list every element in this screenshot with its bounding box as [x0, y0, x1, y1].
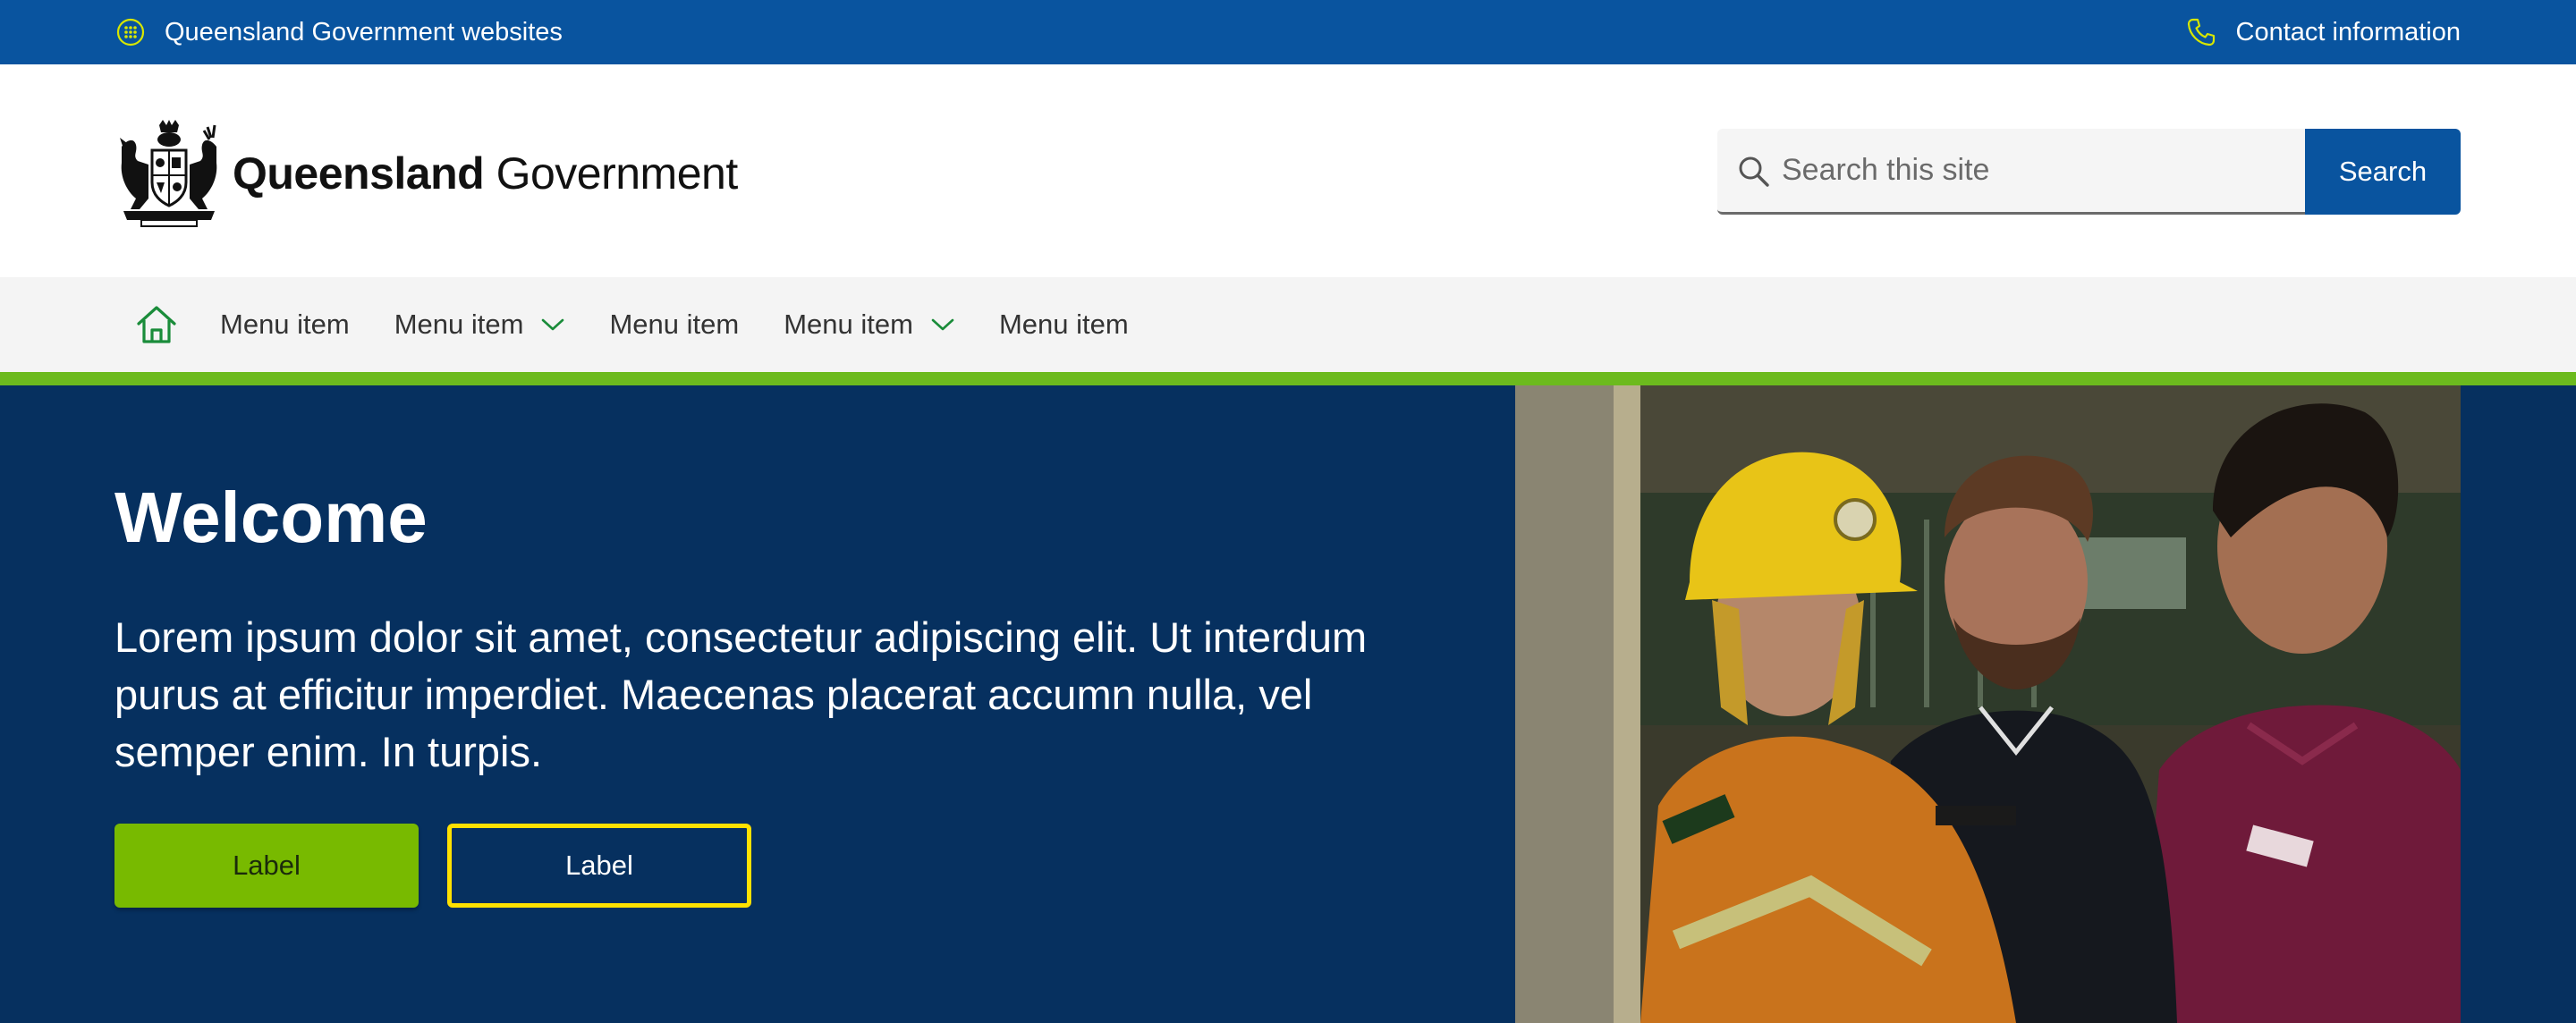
chevron-down-icon	[542, 318, 564, 331]
coat-of-arms-icon	[120, 120, 217, 227]
nav-item-label: Menu item	[609, 309, 740, 340]
nav-item-label: Menu item	[220, 309, 350, 340]
nav-item-label: Menu item	[998, 309, 1129, 340]
search-input[interactable]	[1782, 129, 2292, 212]
logo-wordmark-regular: Government	[496, 148, 739, 199]
contact-information-label: Contact information	[2235, 17, 2461, 46]
hero-title: Welcome	[114, 478, 428, 557]
nav-item-label: Menu item	[394, 309, 524, 340]
nav-item-5[interactable]: Menu item	[999, 309, 1129, 341]
logo-wordmark-bold: Queensland	[233, 148, 485, 199]
contact-information-link[interactable]: Contact information	[2186, 0, 2461, 64]
search-button[interactable]: Search	[2305, 129, 2461, 215]
nav-item-1[interactable]: Menu item	[220, 309, 350, 341]
main-navigation: Menu item Menu item Menu item Menu item …	[0, 277, 2576, 372]
nav-item-label: Menu item	[784, 309, 913, 340]
qld-websites-link[interactable]: Queensland Government websites	[116, 0, 563, 64]
search-icon	[1739, 156, 1769, 187]
hero-primary-button[interactable]: Label	[114, 824, 419, 908]
site-search: Search	[1717, 129, 2461, 215]
qld-websites-label: Queensland Government websites	[165, 17, 563, 46]
nav-item-3[interactable]: Menu item	[609, 309, 739, 341]
phone-icon	[2187, 18, 2215, 46]
utility-bar: Queensland Government websites Contact i…	[0, 0, 2576, 64]
grid-dots-icon	[116, 18, 145, 46]
hero-secondary-button[interactable]: Label	[447, 824, 751, 908]
site-header: Queensland Government Search	[0, 64, 2576, 277]
nav-item-2[interactable]: Menu item	[394, 309, 565, 341]
search-field-wrapper	[1717, 129, 2305, 215]
nav-accent-bar	[0, 372, 2576, 385]
logo-wordmark: Queensland Government	[233, 148, 738, 199]
chevron-down-icon	[931, 318, 954, 331]
hero-lead-text: Lorem ipsum dolor sit amet, consectetur …	[114, 613, 1368, 775]
hero-image	[1515, 385, 2461, 1023]
qld-government-logo[interactable]: Queensland Government	[114, 120, 738, 227]
nav-item-4[interactable]: Menu item	[784, 309, 954, 341]
home-icon[interactable]	[134, 302, 179, 347]
